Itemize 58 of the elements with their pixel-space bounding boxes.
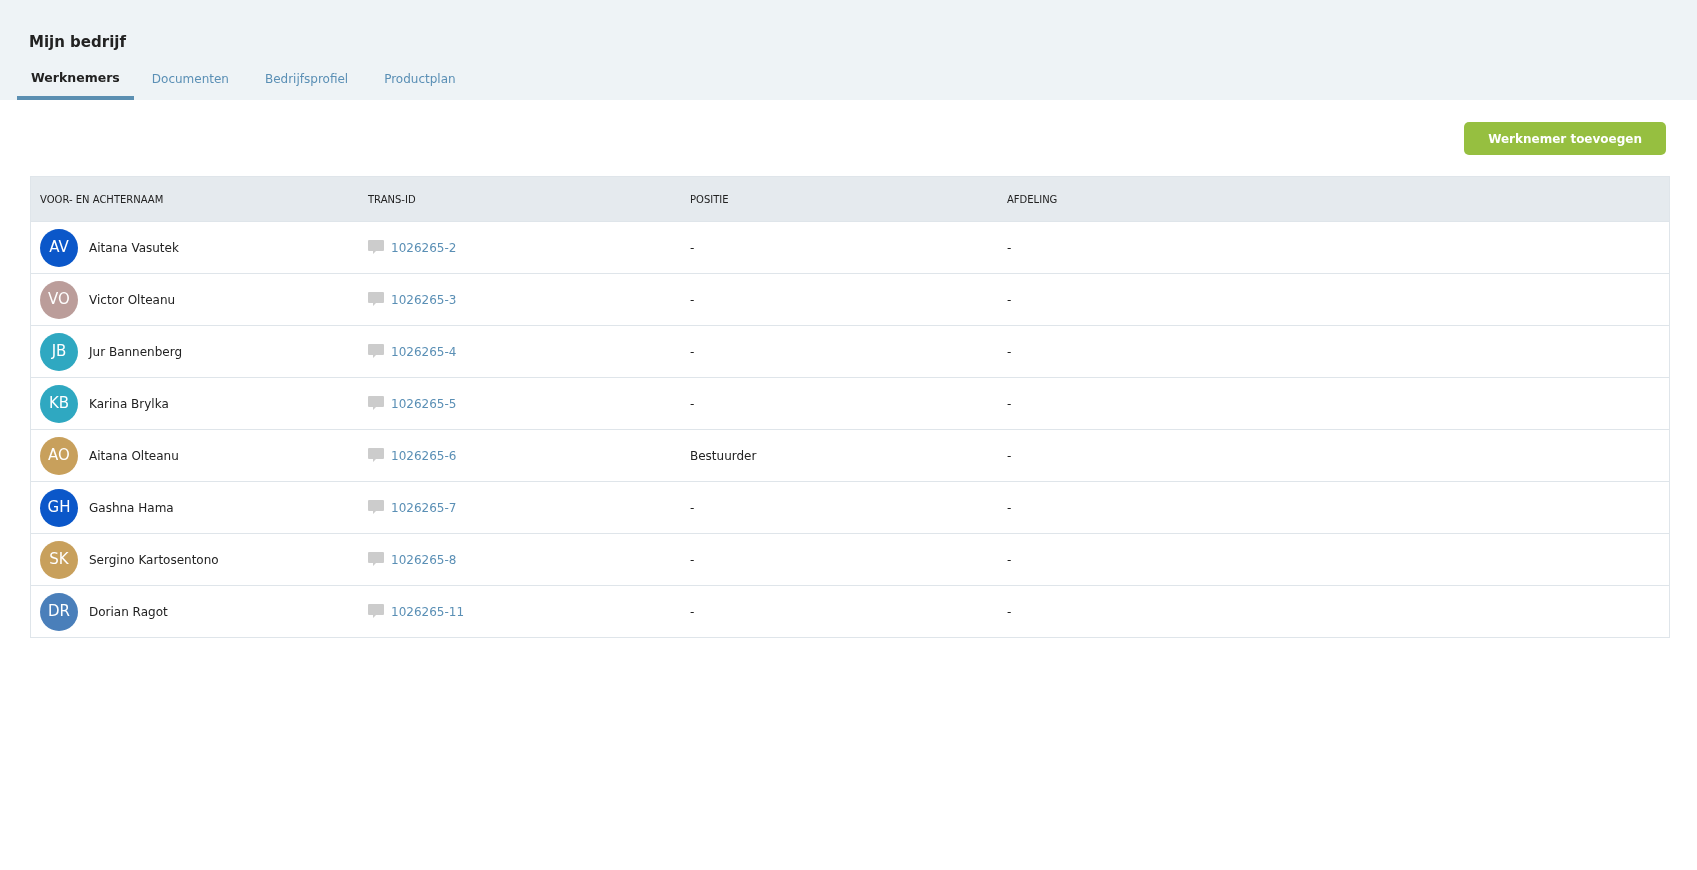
employee-name: Karina Brylka [89, 395, 169, 413]
employee-name: Sergino Kartosentono [89, 551, 219, 569]
position-cell-text: - [690, 395, 695, 413]
avatar: VO [40, 280, 78, 319]
tab[interactable]: Werknemers [17, 65, 134, 100]
position-cell-text: - [690, 343, 695, 361]
speech-bubble-icon [368, 240, 384, 255]
column-header: POSITIE [690, 192, 729, 207]
department-cell-text: - [1007, 499, 1012, 517]
avatar: DR [40, 592, 78, 631]
department-cell-text: - [1007, 395, 1012, 413]
speech-bubble-icon [368, 448, 384, 463]
department-cell-text: - [1007, 291, 1012, 309]
speech-bubble-icon [368, 500, 384, 515]
trans-id-link[interactable]: 1026265-5 [391, 394, 457, 413]
employee-name: Aitana Vasutek [89, 239, 179, 257]
department-cell-text: - [1007, 239, 1012, 257]
department-cell-text: - [1007, 447, 1012, 465]
column-header: VOOR- EN ACHTERNAAM [40, 192, 164, 207]
employee-name: Aitana Olteanu [89, 447, 179, 465]
trans-id-link[interactable]: 1026265-11 [391, 602, 465, 621]
position-cell-text: Bestuurder [690, 447, 757, 465]
page-title: Mijn bedrijf [29, 32, 126, 53]
speech-bubble-icon [368, 396, 384, 411]
speech-bubble-icon [368, 552, 384, 567]
add-employee-button[interactable]: Werknemer toevoegen [1464, 122, 1666, 155]
speech-bubble-icon [368, 344, 384, 359]
trans-id-link[interactable]: 1026265-2 [391, 238, 457, 257]
employee-name: Jur Bannenberg [89, 343, 183, 361]
trans-id-link[interactable]: 1026265-6 [391, 446, 457, 465]
avatar: AV [40, 228, 78, 267]
department-cell-text: - [1007, 603, 1012, 621]
department-cell-text: - [1007, 343, 1012, 361]
position-cell-text: - [690, 551, 695, 569]
position-cell-text: - [690, 499, 695, 517]
speech-bubble-icon [368, 292, 384, 307]
column-header: AFDELING [1007, 192, 1058, 207]
position-cell-text: - [690, 603, 695, 621]
trans-id-link[interactable]: 1026265-8 [391, 550, 457, 569]
employee-name: Gashna Hama [89, 499, 174, 517]
tab[interactable]: Bedrijfsprofiel [246, 65, 367, 100]
employee-name: Dorian Ragot [89, 603, 168, 621]
employee-name: Victor Olteanu [89, 291, 176, 309]
position-cell-text: - [690, 239, 695, 257]
position-cell-text: - [690, 291, 695, 309]
column-header: TRANS-ID [368, 192, 416, 207]
avatar: KB [40, 384, 78, 423]
trans-id-link[interactable]: 1026265-4 [391, 342, 457, 361]
avatar: GH [40, 488, 78, 527]
trans-id-link[interactable]: 1026265-7 [391, 498, 457, 517]
trans-id-link[interactable]: 1026265-3 [391, 290, 457, 309]
speech-bubble-icon [368, 604, 384, 619]
avatar: AO [40, 436, 78, 475]
avatar: JB [40, 332, 78, 371]
tab[interactable]: Productplan [366, 65, 474, 100]
tab[interactable]: Documenten [133, 65, 247, 100]
avatar: SK [40, 540, 78, 579]
department-cell-text: - [1007, 551, 1012, 569]
